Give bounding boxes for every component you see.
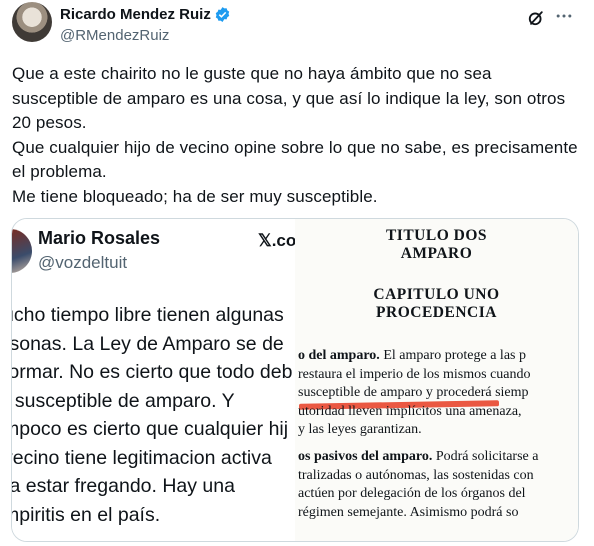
grok-icon[interactable] <box>526 8 546 28</box>
document-gap <box>298 440 578 448</box>
tweet-paragraph: Que cualquier hijo de vecino opine sobre… <box>12 137 578 182</box>
document-heading: os pasivos del amparo. <box>298 448 433 464</box>
author-display-name[interactable]: Ricardo Mendez Ruiz <box>60 6 211 23</box>
document-heading: o del amparo. <box>298 348 380 363</box>
quoted-author-name: Mario Rosales <box>38 228 161 248</box>
document-line: actúen por delegación de los órganos del <box>298 486 526 502</box>
quoted-line: rsonas. La Ley de Amparo se de <box>12 332 284 355</box>
document-line: y las leyes garantizan. <box>298 422 422 438</box>
document-line: régimen semejante. Asimismo podrá so <box>298 504 519 520</box>
author-name-row: Ricardo Mendez Ruiz <box>60 6 231 23</box>
document-line: susceptible de amparo y procederá siemp <box>298 385 529 401</box>
quoted-line: vecino tiene legitimacion activa <box>12 446 272 469</box>
verified-badge-icon <box>215 7 230 22</box>
tweet-header: Ricardo Mendez Ruiz @RMendezRuiz <box>12 2 582 54</box>
quoted-tweet-body: ucho tiempo libre tienen algunas rsonas.… <box>12 301 295 529</box>
quoted-line: ucho tiempo libre tienen algunas <box>12 304 284 326</box>
document-chapter: CAPITULO UNO <box>373 286 500 303</box>
author-avatar[interactable] <box>12 2 52 42</box>
document-text: Podrá solicitarse a <box>432 448 539 464</box>
law-document-screenshot: TITULO DOS AMPARO CAPITULO UNO PROCEDENC… <box>295 219 578 541</box>
quoted-line: ra estar fregando. Hay una <box>12 475 235 497</box>
document-subtitle: AMPARO <box>400 245 473 262</box>
tweet-image[interactable]: Mario Rosales @vozdeltuit 𝕏.co ucho tiem… <box>11 218 579 542</box>
quoted-line: mpoco es cierto que cualquier hij <box>12 418 289 440</box>
document-chapter-title: PROCEDENCIA <box>376 304 497 321</box>
document-text: El amparo protege a las p <box>379 348 526 363</box>
x-logo: 𝕏.co <box>258 231 295 250</box>
document-title: TITULO DOS <box>385 227 488 244</box>
document-line: os pasivos del amparo. Podrá solicitarse… <box>298 448 578 467</box>
document-line: o del amparo. El amparo protege a las p <box>298 347 578 366</box>
tweet-text: Que a este chairito no le guste que no h… <box>12 62 582 209</box>
document-line: tralizadas o autónomas, las sostenidas c… <box>298 467 534 483</box>
author-handle[interactable]: @RMendezRuiz <box>60 27 169 44</box>
document-line: restaura el imperio de los mismos cuando <box>298 366 531 382</box>
quoted-tweet-screenshot: Mario Rosales @vozdeltuit 𝕏.co ucho tiem… <box>12 219 295 541</box>
quoted-author-avatar <box>12 229 32 273</box>
quoted-author-handle: @vozdeltuit <box>38 253 128 272</box>
quoted-line: mpiritis en el país. <box>12 503 161 526</box>
tweet-paragraph: Me tiene bloqueado; ha de ser muy suscep… <box>12 186 378 206</box>
quoted-line: formar. No es cierto que todo deb <box>12 361 293 383</box>
document-body: o del amparo. El amparo protege a las p … <box>298 347 578 522</box>
quoted-line: r susceptible de amparo. Y <box>12 389 235 412</box>
tweet-paragraph: Que a este chairito no le guste que no h… <box>12 64 566 132</box>
more-icon[interactable] <box>554 6 574 26</box>
document-line: utoridad lleven implícitos una amenaza, <box>298 403 522 419</box>
